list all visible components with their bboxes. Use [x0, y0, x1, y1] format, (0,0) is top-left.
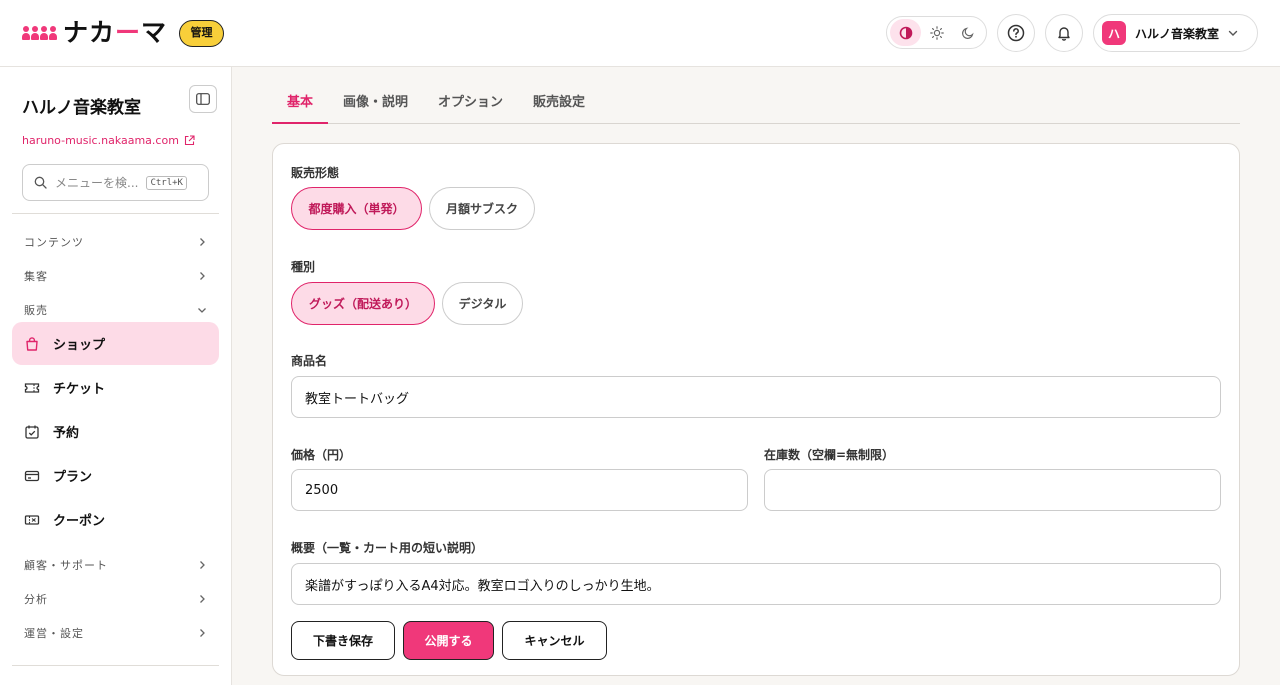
chevron-right-icon: [200, 272, 205, 280]
app-header: ナカーマ 管理 ハ ハルノ音楽教室: [0, 0, 1280, 67]
chevron-right-icon: [200, 561, 205, 569]
product-tabs: 基本 画像・説明 オプション 販売設定: [272, 87, 1240, 124]
chevron-right-icon: [200, 238, 205, 246]
sidebar-item-reservation[interactable]: 予約: [12, 410, 219, 453]
nav-group-analytics[interactable]: 分析: [12, 584, 219, 614]
site-url-link[interactable]: haruno-music.nakaama.com: [22, 134, 195, 147]
sun-icon: [929, 25, 944, 40]
summary-input[interactable]: 楽譜がすっぽり入るA4対応。教室ロゴ入りのしっかり生地。: [291, 563, 1221, 605]
help-icon: [1007, 24, 1025, 42]
product-name-label: 商品名: [291, 354, 328, 368]
price-input[interactable]: 2500: [291, 469, 748, 511]
nav-group-contents[interactable]: コンテンツ: [12, 227, 219, 257]
calendar-check-icon: [25, 425, 39, 439]
sidebar-item-plan[interactable]: プラン: [12, 454, 219, 497]
theme-light-button[interactable]: [921, 19, 952, 46]
summary-label: 概要（一覧・カート用の短い説明）: [291, 541, 484, 555]
nav-group-customers[interactable]: 顧客・サポート: [12, 550, 219, 580]
brand-logo[interactable]: ナカーマ: [22, 18, 167, 48]
save-draft-button[interactable]: 下書き保存: [291, 621, 395, 660]
tab-images-description[interactable]: 画像・説明: [328, 87, 423, 124]
user-menu[interactable]: ハ ハルノ音楽教室: [1093, 14, 1258, 52]
admin-badge: 管理: [179, 20, 224, 47]
shopping-bag-icon: [26, 336, 38, 351]
theme-auto-button[interactable]: [890, 19, 921, 46]
sidebar-item-shop[interactable]: ショップ: [12, 322, 219, 365]
sidebar-collapse-button[interactable]: [189, 85, 217, 113]
tab-options[interactable]: オプション: [423, 87, 518, 124]
external-link-icon: [184, 135, 195, 146]
ticket-icon: [24, 382, 40, 393]
nav-group-sales[interactable]: 販売: [12, 295, 219, 325]
search-placeholder: メニューを検...: [55, 176, 139, 190]
sidebar-item-coupon[interactable]: クーポン: [12, 498, 219, 541]
kind-goods-chip[interactable]: グッズ（配送あり）: [291, 282, 435, 325]
moon-icon: [961, 26, 974, 39]
coupon-icon: [24, 514, 40, 525]
credit-card-icon: [24, 470, 40, 481]
sidebar-divider: [12, 213, 219, 214]
publish-button[interactable]: 公開する: [403, 621, 494, 660]
sale-type-subscription-chip[interactable]: 月額サブスク: [429, 187, 535, 230]
stock-input[interactable]: [764, 469, 1221, 511]
nav-group-marketing[interactable]: 集客: [12, 261, 219, 291]
chevron-down-icon: [198, 308, 206, 313]
menu-search-input[interactable]: メニューを検... Ctrl+K: [22, 164, 209, 201]
main-content: 基本 画像・説明 オプション 販売設定 販売形態 都度購入（単発） 月額サブスク…: [232, 67, 1280, 685]
sidebar: ハルノ音楽教室 haruno-music.nakaama.com メニューを検.…: [0, 67, 232, 685]
chevron-down-icon: [1228, 30, 1238, 36]
site-title: ハルノ音楽教室: [22, 98, 141, 118]
user-name: ハルノ音楽教室: [1135, 26, 1220, 41]
cancel-button[interactable]: キャンセル: [502, 621, 607, 660]
search-shortcut-badge: Ctrl+K: [146, 175, 187, 190]
user-avatar: ハ: [1102, 21, 1126, 45]
nav-group-settings[interactable]: 運営・設定: [12, 618, 219, 648]
search-icon: [34, 176, 47, 189]
chevron-right-icon: [200, 629, 205, 637]
product-form-card: 販売形態 都度購入（単発） 月額サブスク 種別 グッズ（配送あり） デジタル 商…: [272, 143, 1240, 676]
sidebar-item-ticket[interactable]: チケット: [12, 366, 219, 409]
sale-type-label: 販売形態: [291, 166, 340, 180]
kind-label: 種別: [291, 260, 316, 274]
price-label: 価格（円）: [291, 448, 352, 462]
logo-people-icon: [22, 26, 57, 40]
logo-wordmark: ナカーマ: [63, 18, 168, 47]
tab-basic[interactable]: 基本: [272, 87, 329, 124]
help-button[interactable]: [997, 14, 1035, 52]
theme-dark-button[interactable]: [952, 19, 983, 46]
bell-icon: [1058, 27, 1070, 41]
sale-type-one-time-chip[interactable]: 都度購入（単発）: [291, 187, 422, 230]
chevron-right-icon: [200, 595, 205, 603]
stock-label: 在庫数（空欄=無制限）: [764, 448, 895, 462]
kind-digital-chip[interactable]: デジタル: [442, 282, 523, 325]
tab-sales-settings[interactable]: 販売設定: [518, 87, 600, 124]
sidebar-toggle-icon: [196, 93, 210, 105]
product-name-input[interactable]: 教室トートバッグ: [291, 376, 1221, 418]
notifications-button[interactable]: [1045, 14, 1083, 52]
sidebar-divider: [12, 665, 219, 666]
theme-toggle: [886, 16, 987, 49]
contrast-icon: [899, 26, 912, 39]
